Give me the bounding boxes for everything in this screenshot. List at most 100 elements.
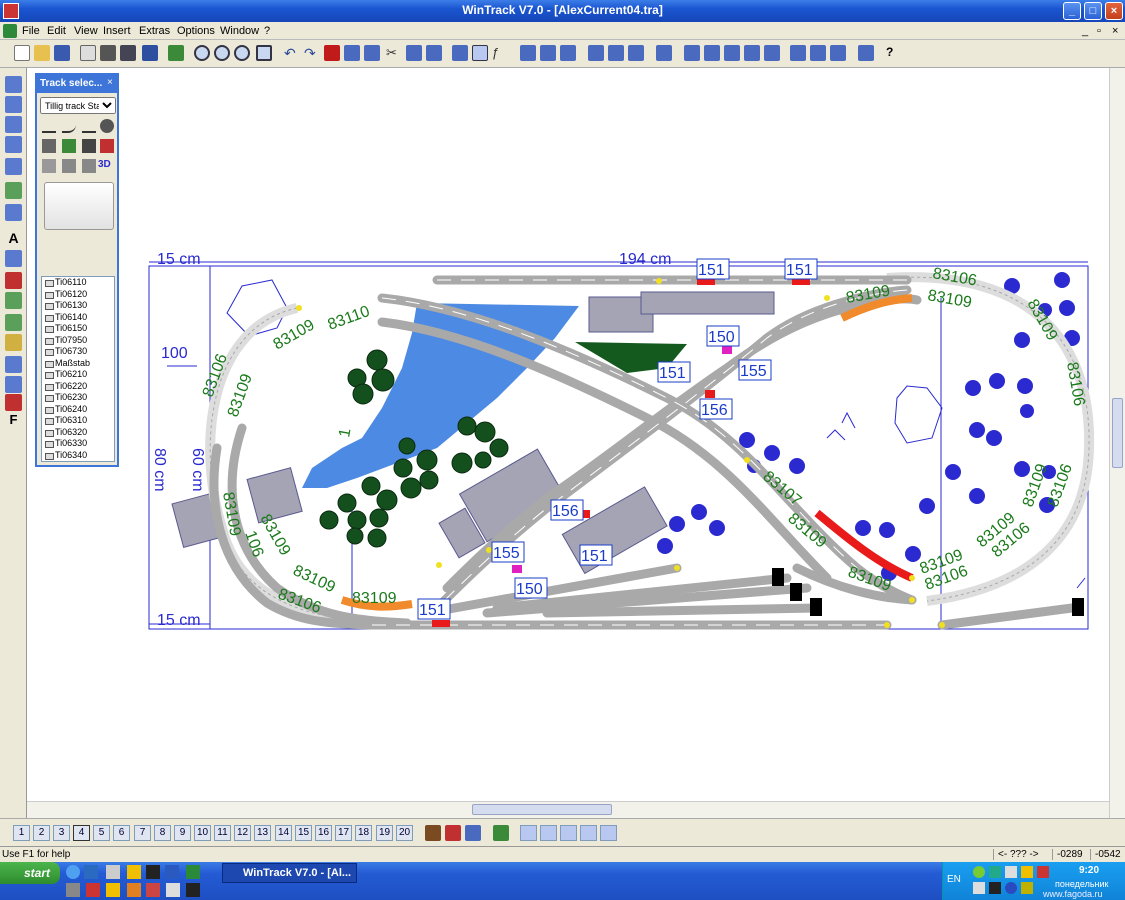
text-tool-icon[interactable]: A <box>5 230 22 247</box>
quicklaunch-icon[interactable] <box>86 883 100 897</box>
page-button[interactable]: 16 <box>315 825 332 841</box>
tool-6-icon[interactable] <box>5 182 22 199</box>
tool-15-icon[interactable] <box>5 376 22 393</box>
page-button[interactable]: 7 <box>134 825 151 841</box>
stack-3-icon[interactable] <box>560 45 576 61</box>
quicklaunch-icon[interactable] <box>127 883 141 897</box>
track-parts-list[interactable]: Ti06110 Ti06120 Ti06130 Ti06140 Ti06150 … <box>41 276 115 462</box>
tray-icon[interactable] <box>1005 882 1017 894</box>
list-item[interactable]: Ti06320 <box>42 427 114 439</box>
vertical-scrollbar[interactable] <box>1109 68 1125 818</box>
page-button[interactable]: 15 <box>295 825 312 841</box>
new-file-icon[interactable] <box>14 45 30 61</box>
list-item[interactable]: Ti06330 <box>42 438 114 450</box>
rail-1-icon[interactable] <box>656 45 672 61</box>
page-button[interactable]: 20 <box>396 825 413 841</box>
doc-restore-button[interactable]: ▫ <box>1097 25 1101 37</box>
label-83109-a[interactable]: 83109 <box>271 316 318 353</box>
copy-icon[interactable] <box>406 45 422 61</box>
signal-icon[interactable] <box>62 139 76 153</box>
raise-icon[interactable] <box>62 159 76 173</box>
sign-icon[interactable] <box>82 139 96 153</box>
rail-2-icon[interactable] <box>684 45 700 61</box>
3d-view-button[interactable]: 3D <box>98 159 118 173</box>
page-button[interactable]: 14 <box>275 825 292 841</box>
connect-1-icon[interactable] <box>588 45 604 61</box>
label-156-a[interactable]: 156 <box>701 402 728 419</box>
tray-icon[interactable] <box>989 882 1001 894</box>
monitor-icon[interactable] <box>120 45 136 61</box>
layer-up-icon[interactable] <box>445 825 461 841</box>
list-item[interactable]: Ti06230 <box>42 392 114 404</box>
label-150-a[interactable]: 150 <box>708 329 735 346</box>
nav-first-button[interactable] <box>520 825 537 841</box>
turntable-icon[interactable] <box>100 119 114 133</box>
tool-9-icon[interactable] <box>5 250 22 267</box>
menu-options[interactable]: Options <box>177 25 215 37</box>
stack-2-icon[interactable] <box>540 45 556 61</box>
tool-1-icon[interactable] <box>5 76 22 93</box>
page-button[interactable]: 19 <box>376 825 393 841</box>
quicklaunch-icon[interactable] <box>146 865 160 879</box>
page-button[interactable]: 6 <box>113 825 130 841</box>
page-button[interactable]: 10 <box>194 825 211 841</box>
list-item[interactable]: Ti06310 <box>42 415 114 427</box>
cut-icon[interactable]: ✂ <box>386 45 402 61</box>
open-file-icon[interactable] <box>34 45 50 61</box>
layer-icon[interactable] <box>364 45 380 61</box>
label-83109-b[interactable]: 83109 <box>225 372 256 420</box>
list-item[interactable]: Ti06220 <box>42 381 114 393</box>
quicklaunch-icon[interactable] <box>186 883 200 897</box>
straight-track-icon[interactable] <box>42 119 56 133</box>
layer-edit-icon[interactable] <box>493 825 509 841</box>
redo-icon[interactable]: ↷ <box>304 45 320 61</box>
label-83109-g[interactable]: 83109 <box>926 287 973 311</box>
calculator-icon[interactable] <box>142 45 158 61</box>
nav-extra-button[interactable] <box>600 825 617 841</box>
quicklaunch-icon[interactable] <box>166 883 180 897</box>
list-item[interactable]: Maßstab <box>42 358 114 370</box>
page-button[interactable]: 2 <box>33 825 50 841</box>
zoom-fit-icon[interactable] <box>256 45 272 61</box>
grid-icon[interactable] <box>858 45 874 61</box>
nav-last-button[interactable] <box>580 825 597 841</box>
tray-icon[interactable] <box>1005 866 1017 878</box>
save-icon[interactable] <box>54 45 70 61</box>
quicklaunch-icon[interactable] <box>106 865 120 879</box>
tool-2-icon[interactable] <box>5 96 22 113</box>
tray-icon[interactable] <box>1021 866 1033 878</box>
list-item[interactable]: Ti06130 <box>42 300 114 312</box>
tool-12-icon[interactable] <box>5 314 22 331</box>
word-icon[interactable] <box>165 865 179 879</box>
font-tool-icon[interactable]: F <box>5 412 22 429</box>
list-item[interactable]: Ti06210 <box>42 369 114 381</box>
tray-icon[interactable] <box>973 866 985 878</box>
speaker-icon[interactable] <box>1037 866 1049 878</box>
tool-11-icon[interactable] <box>5 292 22 309</box>
ramp-icon[interactable] <box>42 159 56 173</box>
stack-1-icon[interactable] <box>520 45 536 61</box>
menu-help[interactable]: ? <box>264 25 270 37</box>
page-button[interactable]: 13 <box>254 825 271 841</box>
page-button[interactable]: 4 <box>73 825 90 841</box>
list-item[interactable]: Ti06240 <box>42 404 114 416</box>
track-system-select[interactable]: Tillig track Sta <box>40 97 116 114</box>
rail-3-icon[interactable] <box>704 45 720 61</box>
menu-file[interactable]: File <box>22 25 40 37</box>
list-item[interactable]: Ti06730 <box>42 346 114 358</box>
page-button[interactable]: 5 <box>93 825 110 841</box>
menu-edit[interactable]: Edit <box>47 25 66 37</box>
lower-icon[interactable] <box>82 159 96 173</box>
quicklaunch-icon[interactable] <box>66 883 80 897</box>
tool-4-icon[interactable] <box>5 136 22 153</box>
nav-next-button[interactable] <box>560 825 577 841</box>
maximize-button[interactable]: □ <box>1084 2 1102 20</box>
connect-3-icon[interactable] <box>628 45 644 61</box>
minimize-button[interactable]: _ <box>1063 2 1081 20</box>
page-button[interactable]: 18 <box>355 825 372 841</box>
taskbar-wintrack-item[interactable]: WinTrack V7.0 - [Al... <box>222 863 357 883</box>
curve-track-icon[interactable] <box>62 119 76 133</box>
flex-track-icon[interactable]: ƒ <box>492 45 508 61</box>
track-select-icon[interactable] <box>472 45 488 61</box>
page-button[interactable]: 1 <box>13 825 30 841</box>
